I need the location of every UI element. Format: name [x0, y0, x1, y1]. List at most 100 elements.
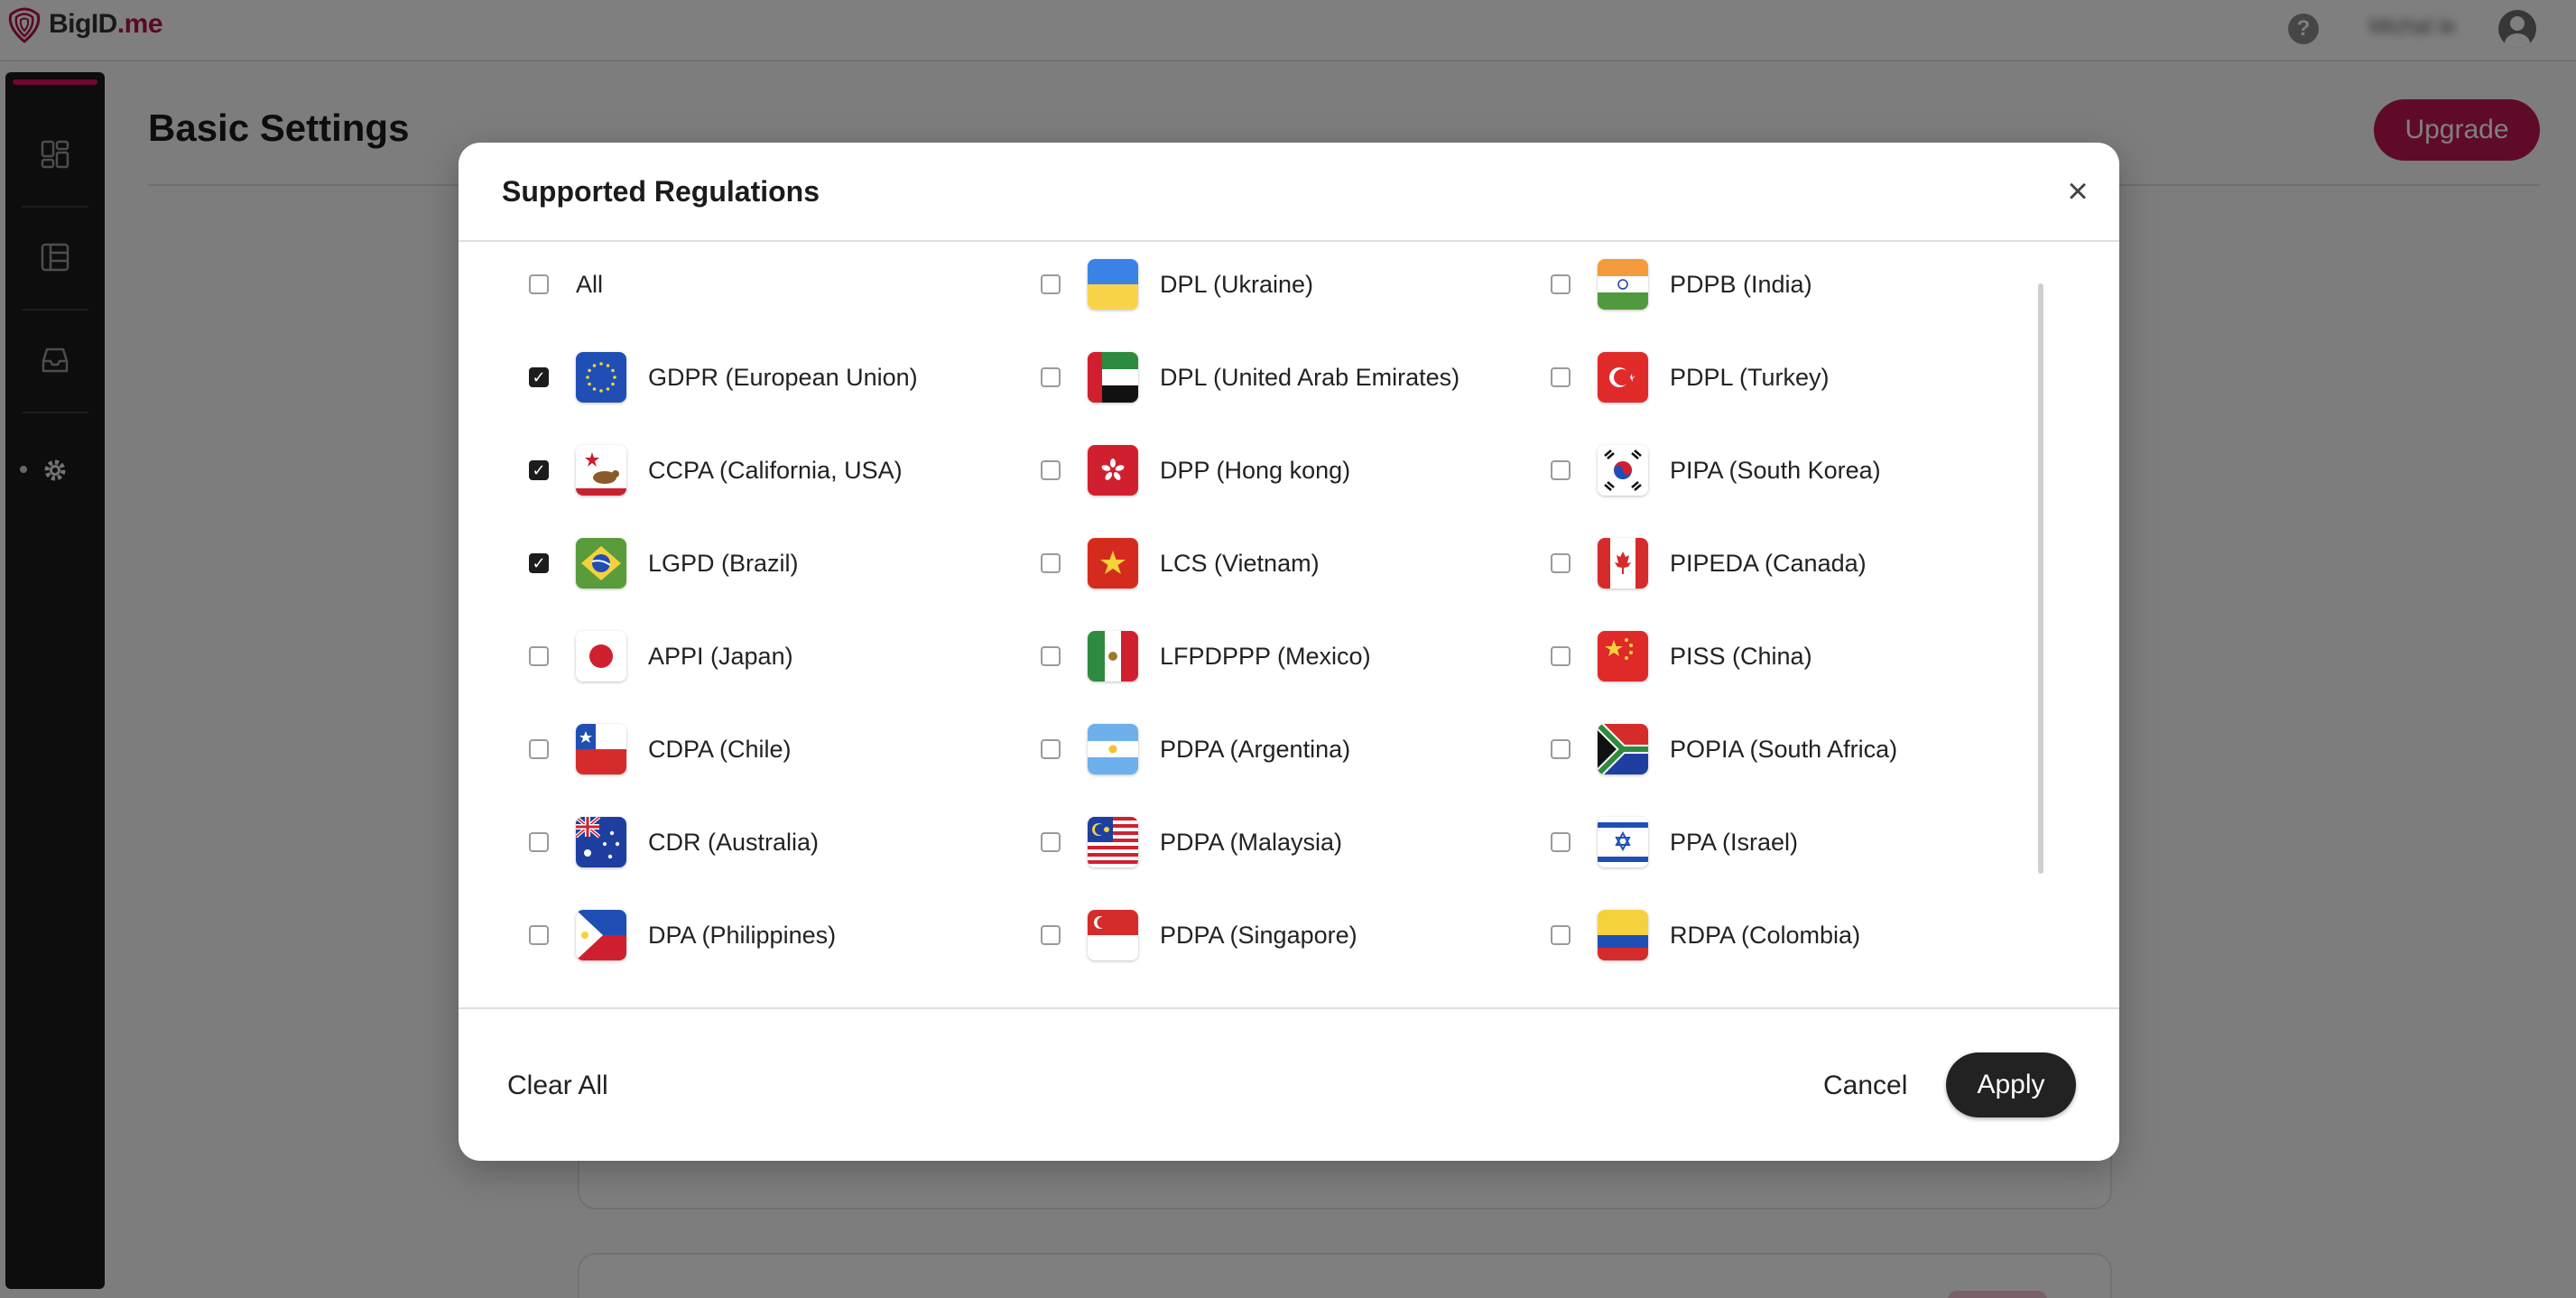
- california-flag-icon: [576, 445, 626, 496]
- turkey-flag-icon: [1598, 352, 1648, 403]
- singapore-flag-icon: [1088, 910, 1138, 960]
- list-scrollbar[interactable]: [2038, 283, 2043, 874]
- regulation-option[interactable]: DPL (Ukraine): [1041, 253, 1546, 316]
- regulation-label: PPA (Israel): [1670, 828, 1799, 856]
- regulation-checkbox[interactable]: [1551, 460, 1571, 480]
- regulation-option[interactable]: PPA (Israel): [1551, 811, 2056, 874]
- regulation-option[interactable]: DPP (Hong kong): [1041, 439, 1546, 502]
- regulation-option[interactable]: ✓ LGPD (Brazil): [529, 532, 1034, 595]
- regulation-option[interactable]: PIPA (South Korea): [1551, 439, 2056, 502]
- regulation-option[interactable]: LFPDPPP (Mexico): [1041, 625, 1546, 688]
- malaysia-flag-icon: [1088, 817, 1138, 867]
- supported-regulations-dialog: Supported Regulations × All ✓ GDPR (Europ…: [459, 143, 2119, 1161]
- clear-all-button[interactable]: Clear All: [498, 1054, 617, 1117]
- regulation-label: DPL (Ukraine): [1160, 270, 1314, 298]
- regulation-checkbox-checked[interactable]: ✓: [529, 460, 549, 480]
- regulation-option[interactable]: LCS (Vietnam): [1041, 532, 1546, 595]
- ukraine-flag-icon: [1088, 259, 1138, 310]
- canada-flag-icon: [1598, 538, 1648, 589]
- regulation-label: DPL (United Arab Emirates): [1160, 363, 1460, 391]
- select-all-label: All: [576, 270, 604, 298]
- regulation-option[interactable]: ✓ GDPR (European Union): [529, 346, 1034, 409]
- regulation-label: DPP (Hong kong): [1160, 456, 1351, 484]
- regulation-checkbox[interactable]: [1551, 274, 1571, 294]
- regulation-option[interactable]: PDPB (India): [1551, 253, 2056, 316]
- china-flag-icon: [1598, 631, 1648, 681]
- close-icon[interactable]: ×: [2058, 172, 2098, 211]
- regulation-label: LFPDPPP (Mexico): [1160, 642, 1371, 670]
- australia-flag-icon: [576, 817, 626, 867]
- uae-flag-icon: [1088, 352, 1138, 403]
- regulation-label: RDPA (Colombia): [1670, 921, 1861, 949]
- regulation-option[interactable]: ✓ CCPA (California, USA): [529, 439, 1034, 502]
- regulation-checkbox[interactable]: [1041, 274, 1061, 294]
- regulation-checkbox[interactable]: [529, 925, 549, 945]
- regulation-checkbox[interactable]: [529, 739, 549, 759]
- southkorea-flag-icon: [1598, 445, 1648, 496]
- israel-flag-icon: [1598, 817, 1648, 867]
- regulation-label: LGPD (Brazil): [648, 549, 799, 577]
- regulation-option[interactable]: CDR (Australia): [529, 811, 1034, 874]
- regulation-checkbox[interactable]: [1041, 460, 1061, 480]
- hongkong-flag-icon: [1088, 445, 1138, 496]
- regulation-option[interactable]: DPL (United Arab Emirates): [1041, 346, 1546, 409]
- regulation-option[interactable]: POPIA (South Africa): [1551, 718, 2056, 781]
- regulation-checkbox[interactable]: [1551, 832, 1571, 852]
- regulation-checkbox[interactable]: [1551, 553, 1571, 573]
- regulation-option[interactable]: CDPA (Chile): [529, 718, 1034, 781]
- regulation-label: LCS (Vietnam): [1160, 549, 1320, 577]
- apply-button[interactable]: Apply: [1946, 1052, 2076, 1117]
- regulation-option[interactable]: PDPA (Malaysia): [1041, 811, 1546, 874]
- regulation-label: DPA (Philippines): [648, 921, 837, 949]
- regulation-label: PDPA (Argentina): [1160, 735, 1351, 763]
- regulations-list: All ✓ GDPR (European Union) ✓ CCPA (Califor…: [459, 244, 2119, 1007]
- select-all-checkbox[interactable]: [529, 274, 549, 294]
- regulation-label: PIPA (South Korea): [1670, 456, 1881, 484]
- eu-flag-icon: [576, 352, 626, 403]
- regulation-option[interactable]: RDPA (Colombia): [1551, 904, 2056, 967]
- regulation-label: PISS (China): [1670, 642, 1812, 670]
- regulation-checkbox[interactable]: [1041, 367, 1061, 387]
- dialog-header: Supported Regulations ×: [459, 143, 2119, 242]
- india-flag-icon: [1598, 259, 1648, 310]
- vietnam-flag-icon: [1088, 538, 1138, 589]
- regulation-label: POPIA (South Africa): [1670, 735, 1898, 763]
- regulation-label: CDPA (Chile): [648, 735, 792, 763]
- regulation-option[interactable]: APPI (Japan): [529, 625, 1034, 688]
- mexico-flag-icon: [1088, 631, 1138, 681]
- philippines-flag-icon: [576, 910, 626, 960]
- dialog-footer: Clear All Cancel Apply: [459, 1007, 2119, 1161]
- regulation-label: PDPA (Singapore): [1160, 921, 1357, 949]
- regulation-checkbox[interactable]: [529, 832, 549, 852]
- regulation-checkbox[interactable]: [1041, 553, 1061, 573]
- regulation-checkbox[interactable]: [1551, 739, 1571, 759]
- regulation-option[interactable]: DPA (Philippines): [529, 904, 1034, 967]
- regulation-option[interactable]: PDPA (Singapore): [1041, 904, 1546, 967]
- regulation-option[interactable]: PIPEDA (Canada): [1551, 532, 2056, 595]
- southafrica-flag-icon: [1598, 724, 1648, 774]
- regulation-checkbox-checked[interactable]: ✓: [529, 553, 549, 573]
- regulation-option[interactable]: PDPA (Argentina): [1041, 718, 1546, 781]
- regulation-checkbox-checked[interactable]: ✓: [529, 367, 549, 387]
- regulation-checkbox[interactable]: [1041, 646, 1061, 666]
- regulation-checkbox[interactable]: [1551, 925, 1571, 945]
- select-all-row[interactable]: All: [529, 253, 1034, 316]
- regulation-checkbox[interactable]: [1551, 367, 1571, 387]
- regulation-checkbox[interactable]: [529, 646, 549, 666]
- argentina-flag-icon: [1088, 724, 1138, 774]
- regulation-option[interactable]: PISS (China): [1551, 625, 2056, 688]
- regulation-label: GDPR (European Union): [648, 363, 918, 391]
- regulation-label: PDPB (India): [1670, 270, 1812, 298]
- regulation-option[interactable]: PDPL (Turkey): [1551, 346, 2056, 409]
- regulation-checkbox[interactable]: [1041, 925, 1061, 945]
- regulation-label: CDR (Australia): [648, 828, 820, 856]
- regulation-label: PDPA (Malaysia): [1160, 828, 1343, 856]
- chile-flag-icon: [576, 724, 626, 774]
- regulation-checkbox[interactable]: [1551, 646, 1571, 666]
- colombia-flag-icon: [1598, 910, 1648, 960]
- brazil-flag-icon: [576, 538, 626, 589]
- dialog-title: Supported Regulations: [502, 175, 820, 208]
- regulation-checkbox[interactable]: [1041, 739, 1061, 759]
- cancel-button[interactable]: Cancel: [1812, 1054, 1918, 1117]
- regulation-checkbox[interactable]: [1041, 832, 1061, 852]
